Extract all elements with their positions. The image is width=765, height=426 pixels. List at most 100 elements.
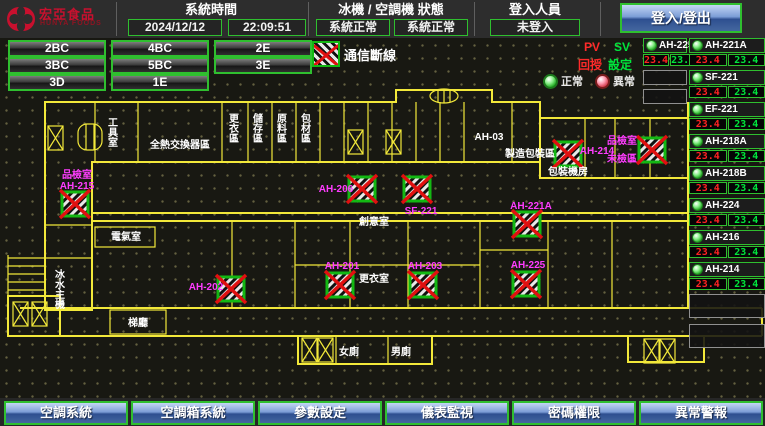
equipment-unit-AH-225[interactable]: AH-225 [643, 38, 687, 53]
bottom-nav-button-1[interactable]: 空調系統 [4, 401, 128, 425]
equipment-name: AH-221A [705, 40, 747, 51]
floor-nav: 2BC 4BC 2E 3BC 5BC 3E 3D 1E [0, 40, 312, 94]
login-user-value: 未登入 [490, 19, 580, 36]
equipment-name: AH-218A [705, 136, 747, 147]
login-logout-button[interactable]: 登入/登出 [620, 3, 742, 33]
empty-slot [643, 70, 687, 85]
room-label: 創意室 [358, 215, 389, 228]
floor-button-3D[interactable]: 3D [8, 74, 106, 91]
room-label: AH-03 [475, 132, 504, 143]
floor-button-3BC[interactable]: 3BC [8, 57, 106, 74]
chiller-status-value: 系統正常 [316, 19, 390, 36]
equipment-unit-AH-218B[interactable]: AH-218B [689, 166, 765, 181]
floor-button-2BC[interactable]: 2BC [8, 40, 106, 57]
equipment-readout: 23.423.4 [689, 182, 765, 194]
ahu-status-value: 系統正常 [394, 19, 468, 36]
sv-value: 23.4 [728, 182, 765, 194]
plan-room-labels: 工具室全熱交換器區更衣區儲存區原料區包材區AH-03製造包裝區包裝機房創意室電氣… [54, 112, 637, 358]
equipment-readout: 23.423.4 [689, 278, 765, 290]
sv-value: 23.4 [728, 246, 765, 258]
bottom-nav-button-5[interactable]: 密碼權限 [512, 401, 636, 425]
equipment-readout: 23.423.4 [689, 118, 765, 130]
equipment-readout: 23.423.4 [689, 150, 765, 162]
bottom-nav-button-2[interactable]: 空調箱系統 [131, 401, 255, 425]
pv-value: 23.4 [689, 182, 727, 194]
room-label: AH-203 [408, 261, 443, 272]
room-label: SF-221 [405, 206, 438, 217]
abnormal-legend: 異常 [595, 73, 635, 89]
comm-fail-icon [312, 41, 340, 67]
sv-value: 23.4 [728, 214, 765, 226]
system-clock-value: 22:09:51 [228, 19, 306, 36]
comm-fail-icon [402, 175, 432, 203]
equipment-readout: 23.423.4 [689, 54, 765, 66]
equipment-unit-AH-216[interactable]: AH-216 [689, 230, 765, 245]
pv-value: 23.4 [643, 54, 669, 66]
pv-value: 23.4 [689, 54, 727, 66]
equipment-unit-AH-221A[interactable]: AH-221A [689, 38, 765, 53]
system-time-label: 系統時間 [118, 2, 304, 18]
room-label: 包材區 [301, 112, 311, 145]
equipment-unit-AH-224[interactable]: AH-224 [689, 198, 765, 213]
divider [474, 2, 475, 36]
divider [308, 2, 309, 36]
room-label: 冰水主機 [54, 268, 66, 311]
equipment-name: EF-221 [705, 104, 738, 115]
equipment-unit-SF-221[interactable]: SF-221 [689, 70, 765, 85]
room-label: 更衣區 [229, 113, 240, 145]
empty-slot [689, 324, 765, 348]
room-label: 製造包裝區 [504, 147, 555, 160]
abnormal-legend-label: 異常 [613, 73, 635, 89]
equipment-readout: 23.423.4 [643, 54, 687, 66]
equipment-readout: 23.423.4 [689, 86, 765, 98]
room-label: 男廁 [391, 345, 411, 358]
room-label: 工具室 [107, 118, 118, 149]
comm-fail-icon [511, 270, 541, 298]
pv-value: 23.4 [689, 278, 727, 290]
system-date-value: 2024/12/12 [128, 19, 222, 36]
comm-fail-icon [408, 271, 438, 299]
empty-slot [689, 294, 765, 318]
sv-value: 23.4 [728, 150, 765, 162]
bottom-nav-button-3[interactable]: 參數設定 [258, 401, 382, 425]
floor-button-3E[interactable]: 3E [214, 57, 312, 74]
floor-button-2E[interactable]: 2E [214, 40, 312, 57]
room-label: AH-206 [319, 184, 354, 195]
login-user-label: 登入人員 [476, 2, 594, 18]
status-led-icon [692, 40, 703, 51]
divider [600, 2, 601, 36]
bottom-nav-button-4[interactable]: 儀表監視 [385, 401, 509, 425]
room-label: 品檢室 [607, 134, 637, 147]
status-led-icon [692, 200, 703, 211]
logo-subtitle: HUNYA FOODS [40, 20, 102, 27]
equipment-unit-AH-214[interactable]: AH-214 [689, 262, 765, 277]
equipment-name: AH-224 [705, 200, 739, 211]
status-led-icon [692, 232, 703, 243]
feedback-label: 回授 [578, 56, 602, 73]
floor-button-5BC[interactable]: 5BC [111, 57, 209, 74]
pv-value: 23.4 [689, 86, 727, 98]
room-label: AH-201 [325, 261, 360, 272]
equipment-column-right: AH-221A23.423.4SF-22123.423.4EF-22123.42… [689, 38, 765, 354]
floor-button-1E[interactable]: 1E [111, 74, 209, 91]
bottom-nav-button-6[interactable]: 異常警報 [639, 401, 763, 425]
comm-fail-icon [325, 271, 355, 299]
sv-column-label: SV [614, 40, 630, 54]
abnormal-led-icon [595, 74, 610, 89]
pv-column-label: PV [584, 40, 600, 54]
equipment-readout: 23.423.4 [689, 214, 765, 226]
setpoint-label: 設定 [608, 56, 632, 73]
pv-value: 23.4 [689, 214, 727, 226]
equipment-readout: 23.423.4 [689, 246, 765, 258]
equipment-unit-AH-218A[interactable]: AH-218A [689, 134, 765, 149]
divider [116, 2, 117, 36]
top-status-bar: 宏亞食品 HUNYA FOODS 系統時間 2024/12/12 22:09:5… [0, 0, 765, 38]
equipment-name: AH-218B [705, 168, 747, 179]
comm-fail-icon [512, 210, 542, 238]
room-label: 電氣室 [111, 230, 141, 243]
floor-button-4BC[interactable]: 4BC [111, 40, 209, 57]
equipment-unit-EF-221[interactable]: EF-221 [689, 102, 765, 117]
room-label: 更衣室 [359, 272, 389, 285]
sv-value: 23.4 [728, 278, 765, 290]
status-led-icon [692, 136, 703, 147]
